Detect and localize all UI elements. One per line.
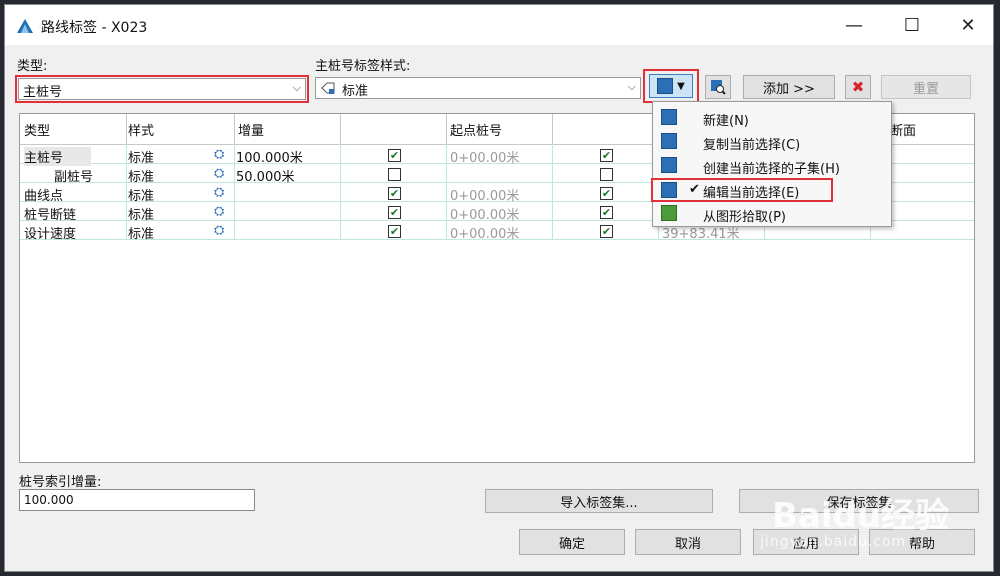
column-divider bbox=[234, 144, 235, 239]
menu-item-label: 从图形拾取(P) bbox=[703, 210, 786, 225]
minimize-button[interactable]: — bbox=[831, 5, 877, 45]
menu-item-label: 创建当前选择的子集(H) bbox=[703, 162, 840, 177]
table-row-start[interactable]: 0+00.00米 bbox=[450, 147, 519, 166]
menu-item-pick[interactable]: 从图形拾取(P) bbox=[653, 202, 891, 226]
reset-button[interactable]: 重置 bbox=[881, 75, 971, 99]
table-row-type[interactable]: 副桩号 bbox=[54, 166, 93, 185]
column-header-increment[interactable]: 增量 bbox=[238, 120, 264, 139]
visibility-checkbox[interactable]: ✔ bbox=[388, 187, 401, 200]
ok-button[interactable]: 确定 bbox=[519, 529, 625, 555]
table-row-type[interactable]: 曲线点 bbox=[24, 185, 63, 204]
visibility-checkbox[interactable] bbox=[388, 168, 401, 181]
visibility-checkbox[interactable]: ✔ bbox=[388, 225, 401, 238]
maximize-button[interactable]: ☐ bbox=[889, 5, 935, 45]
start-checkbox[interactable] bbox=[600, 168, 613, 181]
style-picker-icon[interactable]: ⛭ bbox=[214, 166, 224, 181]
table-row-increment[interactable]: 100.000米 bbox=[236, 147, 303, 166]
style-dropdown-value: 标准 bbox=[342, 84, 369, 99]
cancel-button[interactable]: 取消 bbox=[635, 529, 741, 555]
index-increment-input[interactable]: 100.000 bbox=[19, 489, 255, 511]
label-dialog-window: 路线标签 - X023 — ☐ ✕ 类型: 主桩号 ⌵ 主桩号标签样式: 标准 … bbox=[4, 4, 994, 572]
start-checkbox[interactable]: ✔ bbox=[600, 149, 613, 162]
index-increment-value: 100.000 bbox=[24, 493, 74, 507]
type-dropdown[interactable]: 主桩号 ⌵ bbox=[18, 78, 306, 100]
column-divider bbox=[446, 114, 447, 144]
column-divider bbox=[234, 114, 235, 144]
column-divider bbox=[126, 114, 127, 144]
column-divider bbox=[340, 114, 341, 144]
table-row-start[interactable]: 0+00.00米 bbox=[450, 185, 519, 204]
civil3d-app-icon bbox=[17, 19, 33, 33]
start-checkbox[interactable]: ✔ bbox=[600, 225, 613, 238]
table-row-type[interactable]: 设计速度 bbox=[24, 223, 76, 242]
menu-item-child[interactable]: 创建当前选择的子集(H) bbox=[653, 154, 891, 178]
menu-item-label: 复制当前选择(C) bbox=[703, 138, 801, 153]
column-header-start-station[interactable]: 起点桩号 bbox=[450, 120, 502, 139]
menu-item-edit[interactable]: ✔ 编辑当前选择(E) bbox=[651, 178, 833, 202]
style-dropdown[interactable]: 标准 ⌵ bbox=[315, 77, 641, 99]
copy-style-icon bbox=[661, 133, 677, 149]
dropdown-arrow-icon: ▼ bbox=[677, 80, 685, 92]
table-row-style[interactable]: 标准 bbox=[128, 147, 154, 166]
menu-item-label: 编辑当前选择(E) bbox=[703, 186, 800, 201]
new-style-icon bbox=[661, 109, 677, 125]
table-row-start[interactable]: 0+00.00米 bbox=[450, 223, 519, 242]
type-label: 类型: bbox=[17, 59, 48, 74]
type-dropdown-value: 主桩号 bbox=[23, 85, 63, 100]
table-row-style[interactable]: 标准 bbox=[128, 185, 154, 204]
column-divider bbox=[552, 114, 553, 144]
add-button[interactable]: 添加 >> bbox=[743, 75, 835, 99]
column-divider bbox=[340, 144, 341, 239]
start-checkbox[interactable]: ✔ bbox=[600, 206, 613, 219]
check-mark-icon: ✔ bbox=[689, 182, 700, 197]
menu-item-new[interactable]: 新建(N) bbox=[653, 106, 891, 130]
visibility-checkbox[interactable]: ✔ bbox=[388, 149, 401, 162]
preview-style-button[interactable] bbox=[705, 75, 731, 99]
column-header-section[interactable]: 断面 bbox=[890, 120, 916, 139]
title-bar: 路线标签 - X023 — ☐ ✕ bbox=[5, 5, 993, 45]
edit-style-split-button[interactable]: ▼ bbox=[649, 74, 693, 98]
pick-from-drawing-icon bbox=[661, 205, 677, 221]
index-increment-label: 桩号索引增量: bbox=[19, 475, 102, 490]
style-picker-icon[interactable]: ⛭ bbox=[214, 223, 224, 238]
window-title: 路线标签 - X023 bbox=[41, 20, 148, 36]
edit-style-icon bbox=[661, 182, 677, 198]
close-button[interactable]: ✕ bbox=[945, 5, 991, 45]
import-label-set-button[interactable]: 导入标签集... bbox=[485, 489, 713, 513]
style-picker-icon[interactable]: ⛭ bbox=[214, 204, 224, 219]
baidu-watermark: Baidu经验 bbox=[772, 496, 950, 536]
table-row-increment[interactable]: 50.000米 bbox=[236, 166, 295, 185]
table-row-start[interactable]: 0+00.00米 bbox=[450, 204, 519, 223]
style-edit-menu: 新建(N) 复制当前选择(C) 创建当前选择的子集(H) ✔ 编辑当前选择(E)… bbox=[651, 101, 892, 227]
menu-item-copy[interactable]: 复制当前选择(C) bbox=[653, 130, 891, 154]
style-picker-icon[interactable]: ⛭ bbox=[214, 185, 224, 200]
chevron-down-icon: ⌵ bbox=[292, 81, 301, 94]
menu-item-label: 新建(N) bbox=[703, 114, 749, 129]
label-style-icon bbox=[321, 82, 335, 94]
style-label: 主桩号标签样式: bbox=[315, 59, 411, 74]
table-row-style[interactable]: 标准 bbox=[128, 166, 154, 185]
column-header-type[interactable]: 类型 bbox=[24, 120, 50, 139]
type-highlight: 主桩号 ⌵ bbox=[15, 75, 309, 103]
style-picker-icon[interactable]: ⛭ bbox=[214, 147, 224, 162]
table-row-type[interactable]: 主桩号 bbox=[24, 147, 92, 166]
column-header-style[interactable]: 样式 bbox=[128, 120, 154, 139]
table-row-style[interactable]: 标准 bbox=[128, 204, 154, 223]
edit-style-icon bbox=[657, 78, 674, 94]
column-divider bbox=[126, 144, 127, 239]
chevron-down-icon: ⌵ bbox=[627, 80, 636, 93]
delete-button[interactable]: ✖ bbox=[845, 75, 871, 99]
preview-magnifier-icon bbox=[711, 80, 726, 95]
table-row-type[interactable]: 桩号断链 bbox=[24, 204, 76, 223]
column-divider bbox=[446, 144, 447, 239]
delete-x-icon: ✖ bbox=[851, 78, 865, 96]
edit-style-highlight: ▼ bbox=[643, 69, 699, 103]
table-row-style[interactable]: 标准 bbox=[128, 223, 154, 242]
baidu-watermark-url: jingyan.baidu.com bbox=[760, 534, 907, 550]
child-style-icon bbox=[661, 157, 677, 173]
column-divider bbox=[552, 144, 553, 239]
visibility-checkbox[interactable]: ✔ bbox=[388, 206, 401, 219]
start-checkbox[interactable]: ✔ bbox=[600, 187, 613, 200]
